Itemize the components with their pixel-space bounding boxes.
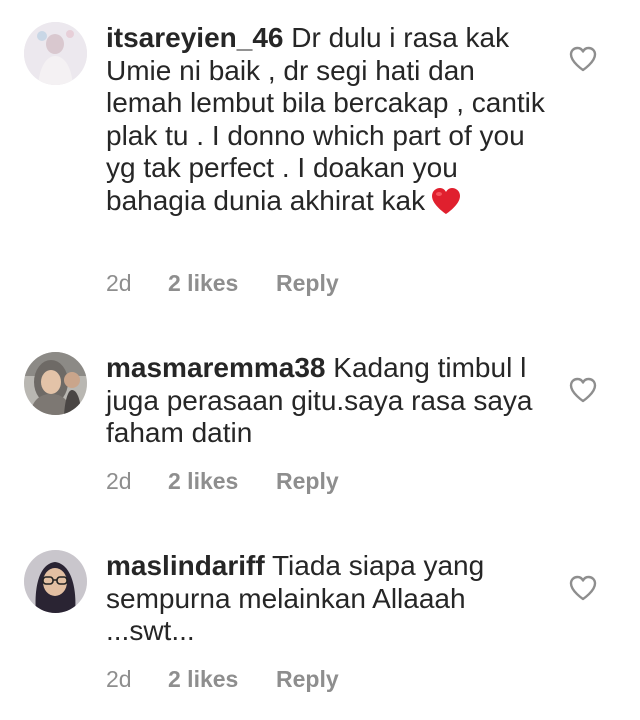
comment-body: maslindariff Tiada siapa yang sempurna m… (106, 550, 546, 648)
reply-button[interactable]: Reply (276, 666, 339, 693)
comment-item: masmaremma38 Kadang timbul l juga perasa… (0, 310, 640, 510)
avatar[interactable] (24, 22, 87, 85)
comment-meta: 2d 2 likes Reply (106, 666, 339, 693)
reply-button[interactable]: Reply (276, 270, 339, 297)
avatar[interactable] (24, 352, 87, 415)
comment-username[interactable]: masmaremma38 (106, 352, 326, 383)
avatar-image (24, 22, 87, 85)
avatar-image (24, 550, 87, 613)
heart-outline-icon[interactable] (569, 575, 597, 601)
heart-outline-icon[interactable] (569, 46, 597, 72)
comment-meta: 2d 2 likes Reply (106, 270, 339, 297)
comment-username[interactable]: maslindariff (106, 550, 265, 581)
comment-timestamp: 2d (106, 666, 132, 692)
avatar-image (24, 352, 87, 415)
red-heart-icon (431, 187, 461, 223)
comment-item: maslindariff Tiada siapa yang sempurna m… (0, 510, 640, 720)
comment-item: itsareyien_46 Dr dulu i rasa kak Umie ni… (0, 0, 640, 310)
heart-outline-icon[interactable] (569, 377, 597, 403)
reply-button[interactable]: Reply (276, 468, 339, 495)
comment-meta: 2d 2 likes Reply (106, 468, 339, 495)
comment-likes-count[interactable]: 2 likes (168, 270, 276, 297)
comment-timestamp: 2d (106, 468, 132, 494)
comment-timestamp: 2d (106, 270, 132, 296)
avatar[interactable] (24, 550, 87, 613)
comment-likes-count[interactable]: 2 likes (168, 468, 276, 495)
comment-likes-count[interactable]: 2 likes (168, 666, 276, 693)
comment-body: itsareyien_46 Dr dulu i rasa kak Umie ni… (106, 22, 546, 222)
comment-username[interactable]: itsareyien_46 (106, 22, 283, 53)
comment-body: masmaremma38 Kadang timbul l juga perasa… (106, 352, 546, 450)
